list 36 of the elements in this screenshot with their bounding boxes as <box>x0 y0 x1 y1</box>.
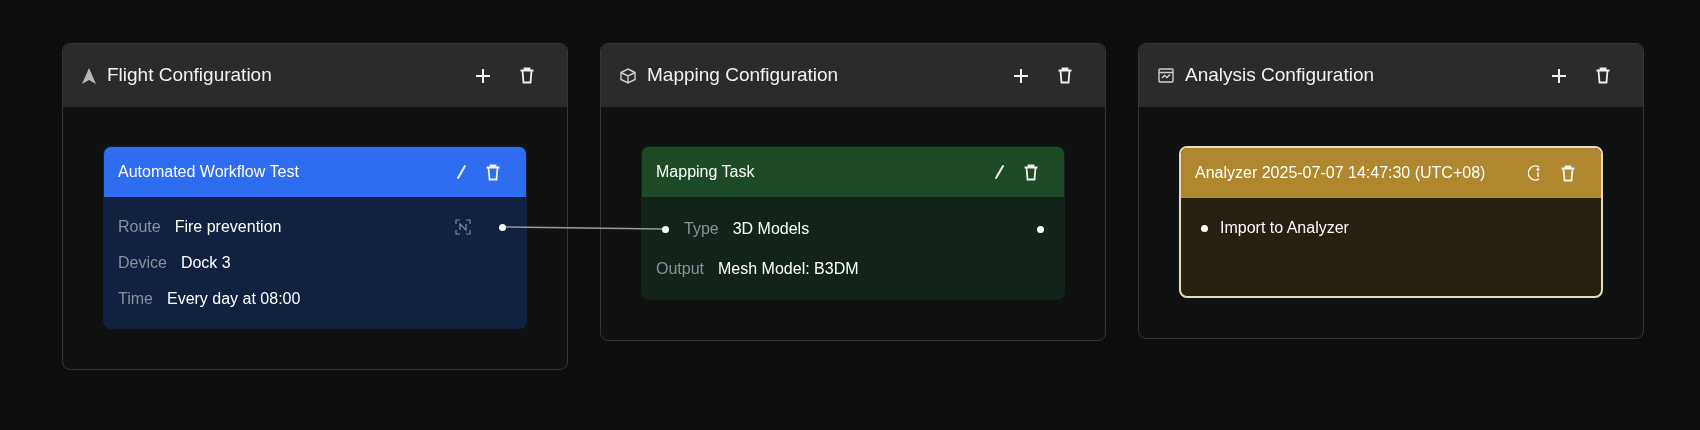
field-label: Device <box>118 253 167 273</box>
task-card[interactable]: Analyzer 2025-07-07 14:47:30 (UTC+08) Import to Analyzer <box>1179 146 1603 298</box>
trash-icon <box>1595 67 1611 84</box>
field-value: Every day at 08:00 <box>166 289 302 309</box>
trash-icon <box>1057 67 1073 84</box>
card-title: Analyzer 2025-07-07 14:47:30 (UTC+08) <box>1195 163 1487 183</box>
panel-title: Analysis Configuration <box>1185 63 1376 88</box>
delete-button[interactable] <box>1022 163 1040 181</box>
plus-icon <box>1550 66 1568 85</box>
pencil-icon <box>992 164 1006 180</box>
navigation-arrow-icon <box>81 66 97 85</box>
list-item-text: Import to Analyzer <box>1220 218 1349 238</box>
trash-icon <box>1560 164 1576 182</box>
cube-icon <box>619 66 637 85</box>
chart-window-icon <box>1157 67 1175 84</box>
plus-icon <box>474 66 492 85</box>
field-value: Mesh Model: B3DM <box>718 259 860 279</box>
field-value: Fire prevention <box>174 217 283 237</box>
panel-title: Mapping Configuration <box>647 63 840 88</box>
trash-icon <box>1023 163 1039 181</box>
card-title: Automated Workflow Test <box>118 162 300 182</box>
task-card[interactable]: Automated Workflow Test Route Fire prevention Device Dock 3 Time Every day at 08:00 <box>103 146 527 329</box>
trash-icon <box>485 163 501 181</box>
field-label: Route <box>118 217 161 237</box>
task-card[interactable]: Mapping Task Type 3D Models Output Mesh Model: B3DM <box>641 146 1065 300</box>
scan-icon <box>455 219 471 235</box>
field-label: Time <box>118 289 153 309</box>
panel-title: Flight Configuration <box>107 63 273 88</box>
field-label: Output <box>656 259 705 279</box>
field-value: 3D Models <box>732 219 811 239</box>
field-value: Dock 3 <box>180 253 232 273</box>
pencil-icon <box>454 164 468 180</box>
card-title: Mapping Task <box>656 162 756 182</box>
plus-icon <box>1012 66 1030 85</box>
trash-icon <box>519 67 535 84</box>
field-label: Type <box>684 219 719 239</box>
